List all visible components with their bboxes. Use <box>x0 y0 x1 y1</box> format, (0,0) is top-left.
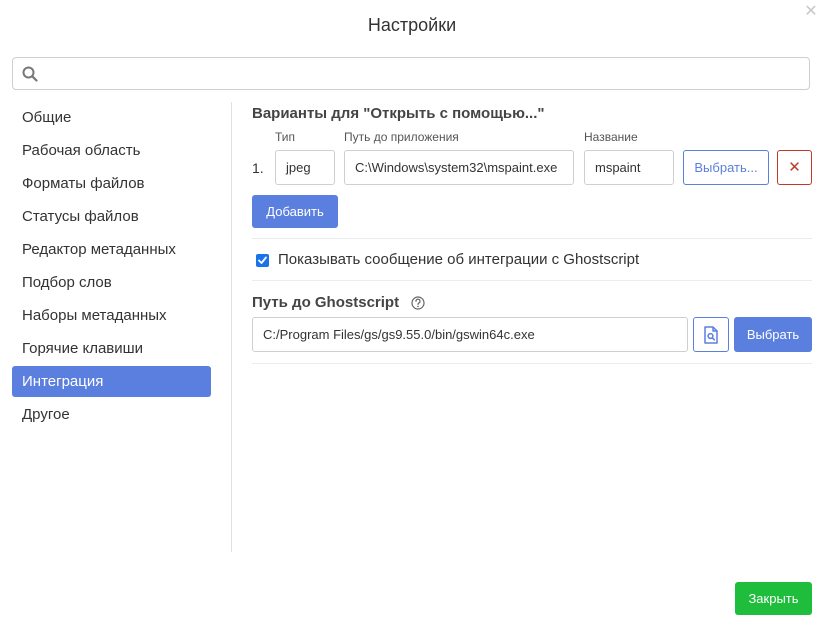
divider <box>252 280 812 281</box>
sidebar-item-metadata-sets[interactable]: Наборы метаданных <box>12 300 211 331</box>
choose-ghostscript-button[interactable]: Выбрать <box>734 317 812 352</box>
sidebar-item-general[interactable]: Общие <box>12 102 211 133</box>
close-button[interactable]: Закрыть <box>735 582 812 615</box>
dialog-title: Настройки <box>367 15 457 35</box>
column-label-path: Путь до приложения <box>344 130 459 144</box>
ghostscript-path-title: Путь до Ghostscript <box>252 294 400 311</box>
sidebar-item-workspace[interactable]: Рабочая область <box>12 135 211 166</box>
column-label-name: Название <box>584 130 638 144</box>
ghostscript-message-label[interactable]: Показывать сообщение об интеграции с Gho… <box>278 251 639 268</box>
type-input[interactable]: jpeg <box>275 150 335 185</box>
sidebar-item-file-formats[interactable]: Форматы файлов <box>12 168 211 199</box>
search-icon <box>22 66 38 82</box>
add-button[interactable]: Добавить <box>252 195 338 228</box>
choose-app-button[interactable]: Выбрать... <box>683 150 769 185</box>
ghostscript-path-input[interactable]: C:/Program Files/gs/gs9.55.0/bin/gswin64… <box>252 317 688 352</box>
checkmark-icon <box>258 256 267 264</box>
sidebar-item-hotkeys[interactable]: Горячие клавиши <box>12 333 211 364</box>
sidebar-item-other[interactable]: Другое <box>12 399 211 430</box>
divider <box>252 238 812 239</box>
ghostscript-message-checkbox[interactable] <box>256 254 269 267</box>
search-box[interactable] <box>12 57 810 90</box>
column-label-type: Тип <box>275 130 296 144</box>
sidebar-item-file-statuses[interactable]: Статусы файлов <box>12 201 211 232</box>
sidebar: Общие Рабочая область Форматы файлов Ста… <box>12 102 211 432</box>
app-name-input[interactable]: mspaint <box>584 150 674 185</box>
file-search-icon <box>704 326 718 344</box>
divider <box>252 363 812 364</box>
vertical-divider <box>231 102 232 552</box>
open-file-button[interactable] <box>693 317 729 352</box>
close-icon[interactable]: ✕ <box>804 4 818 20</box>
sidebar-item-metadata-editor[interactable]: Редактор метаданных <box>12 234 211 265</box>
delete-row-button[interactable]: ✕ <box>777 150 812 185</box>
open-with-title: Варианты для "Открыть с помощью..." <box>252 105 545 122</box>
help-circle-icon[interactable] <box>411 296 425 310</box>
sidebar-item-integration[interactable]: Интеграция <box>12 366 211 397</box>
app-path-input[interactable]: C:\Windows\system32\mspaint.exe <box>344 150 574 185</box>
row-number: 1. <box>252 160 264 176</box>
sidebar-item-word-suggestions[interactable]: Подбор слов <box>12 267 211 298</box>
search-input[interactable] <box>45 60 799 88</box>
